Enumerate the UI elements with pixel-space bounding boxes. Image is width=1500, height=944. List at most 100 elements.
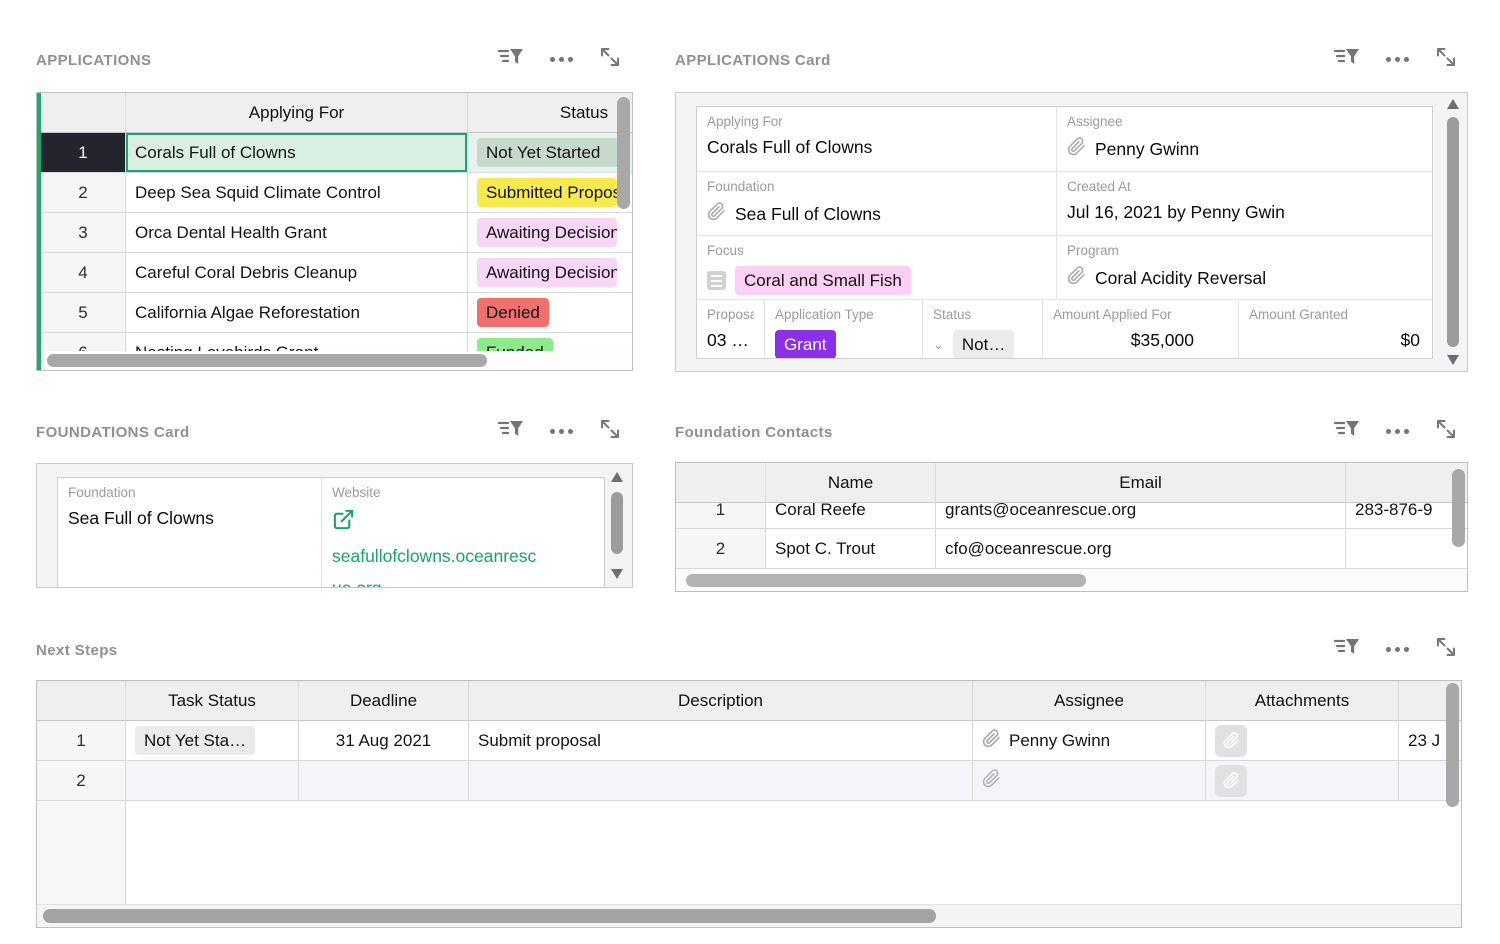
field-foundation[interactable]: Foundation Sea Full of Clowns (697, 172, 1057, 235)
field-status[interactable]: Status ⌄Not… (923, 300, 1043, 358)
cell-status[interactable]: Not Yet Started (468, 133, 633, 173)
vertical-scrollbar-thumb[interactable] (1447, 117, 1459, 347)
row-number-header[interactable] (676, 463, 766, 503)
cell-name[interactable]: Spot C. Trout (766, 529, 936, 569)
row-number[interactable]: 2 (37, 761, 126, 801)
cell-name[interactable]: Coral Reefe (766, 503, 936, 529)
cell-assignee[interactable]: Penny Gwinn (973, 721, 1206, 761)
cell-applying-for[interactable]: Corals Full of Clowns (126, 133, 468, 173)
field-website[interactable]: Website seafullofclowns.oceanrescue.org (322, 478, 605, 588)
cell-applying-for[interactable]: Careful Coral Debris Cleanup (126, 253, 468, 293)
row-number[interactable]: 4 (41, 253, 126, 293)
row-number-header[interactable] (37, 681, 126, 721)
row-number[interactable]: 3 (41, 213, 126, 253)
field-amount-granted[interactable]: Amount Granted $0 (1239, 300, 1433, 358)
cell-deadline[interactable]: 31 Aug 2021 (299, 721, 469, 761)
foundations-card-panel-title: FOUNDATIONS Card (36, 424, 190, 441)
cell-attachments[interactable] (1206, 721, 1399, 761)
expand-icon[interactable] (598, 45, 622, 74)
horizontal-scrollbar[interactable] (37, 904, 1461, 927)
expand-icon[interactable] (1434, 417, 1458, 446)
row-number[interactable]: 1 (41, 133, 126, 173)
vertical-scrollbar-thumb[interactable] (617, 97, 630, 209)
more-options-icon[interactable] (550, 57, 573, 62)
column-header-phone[interactable] (1346, 463, 1468, 503)
vertical-scrollbar-thumb[interactable] (611, 492, 623, 554)
horizontal-scrollbar[interactable] (41, 351, 632, 371)
more-options-icon[interactable] (1386, 429, 1409, 434)
more-options-icon[interactable] (1386, 647, 1409, 652)
sort-filter-icon[interactable] (497, 45, 525, 74)
field-foundation[interactable]: Foundation Sea Full of Clowns (58, 478, 322, 588)
field-amount-applied-for[interactable]: Amount Applied For $35,000 (1043, 300, 1239, 358)
cell-attachments[interactable] (1206, 761, 1399, 801)
column-header-name[interactable]: Name (766, 463, 936, 503)
field-focus[interactable]: Focus Coral and Small Fish (697, 236, 1057, 299)
cell-status[interactable]: Awaiting Decision (468, 253, 633, 293)
row-number[interactable]: 1 (676, 503, 766, 529)
field-assignee[interactable]: Assignee Penny Gwinn (1057, 107, 1433, 171)
website-link[interactable]: seafullofclowns.oceanrescue.org (332, 540, 540, 588)
column-header-deadline[interactable]: Deadline (299, 681, 469, 721)
column-header-description[interactable]: Description (469, 681, 973, 721)
sort-filter-icon[interactable] (497, 417, 525, 446)
column-header-applying-for[interactable]: Applying For (126, 93, 468, 133)
scroll-up-arrow[interactable] (1447, 99, 1459, 109)
row-number[interactable]: 2 (41, 173, 126, 213)
cell-status[interactable]: Submitted Proposal (468, 173, 633, 213)
sort-filter-icon[interactable] (1333, 635, 1361, 664)
vertical-scrollbar-thumb[interactable] (1452, 469, 1465, 547)
cell-task-status[interactable]: Not Yet Sta… (126, 721, 299, 761)
column-header-task-status[interactable]: Task Status (126, 681, 299, 721)
paperclip-button[interactable] (1215, 765, 1247, 797)
cell-assignee[interactable] (973, 761, 1206, 801)
more-options-icon[interactable] (1386, 57, 1409, 62)
applications-card-panel-title: APPLICATIONS Card (675, 52, 831, 69)
cell-task-status[interactable] (126, 761, 299, 801)
cell-description[interactable]: Submit proposal (469, 721, 973, 761)
row-number[interactable]: 1 (37, 721, 126, 761)
column-header-email[interactable]: Email (936, 463, 1346, 503)
field-application-type[interactable]: Application Type Grant (765, 300, 923, 358)
cell-status[interactable]: Denied (468, 293, 633, 333)
cell-status[interactable]: Awaiting Decision (468, 213, 633, 253)
horizontal-scrollbar[interactable] (676, 569, 1467, 591)
cell-email[interactable]: grants@oceanrescue.org (936, 503, 1346, 529)
paperclip-button[interactable] (1215, 725, 1247, 757)
sort-filter-icon[interactable] (1333, 417, 1361, 446)
more-options-icon[interactable] (550, 429, 573, 434)
vertical-scrollbar-thumb[interactable] (1446, 683, 1459, 807)
row-number-header[interactable] (41, 93, 126, 133)
row-number[interactable]: 2 (676, 529, 766, 569)
horizontal-scrollbar-thumb[interactable] (47, 354, 487, 367)
scroll-up-arrow[interactable] (611, 472, 623, 482)
field-created-at[interactable]: Created At Jul 16, 2021 by Penny Gwin (1057, 172, 1433, 235)
cell-deadline[interactable] (299, 761, 469, 801)
column-header-assignee[interactable]: Assignee (973, 681, 1206, 721)
cell-applying-for[interactable]: California Algae Reforestation (126, 293, 468, 333)
cell-phone[interactable] (1346, 529, 1468, 569)
expand-icon[interactable] (598, 417, 622, 446)
expand-icon[interactable] (1434, 635, 1458, 664)
field-program[interactable]: Program Coral Acidity Reversal (1057, 236, 1433, 299)
foundations-card-record: Foundation Sea Full of Clowns Website se… (57, 477, 605, 588)
cell-phone[interactable]: 283-876-9 (1346, 503, 1468, 529)
column-header-attachments[interactable]: Attachments (1206, 681, 1399, 721)
cell-applying-for[interactable]: Orca Dental Health Grant (126, 213, 468, 253)
cell-applying-for[interactable]: Deep Sea Squid Climate Control (126, 173, 468, 213)
scroll-down-arrow[interactable] (611, 569, 623, 579)
applications-card-toolbar (1333, 46, 1458, 72)
external-link-icon[interactable] (332, 508, 596, 536)
field-applying-for[interactable]: Applying For Corals Full of Clowns (697, 107, 1057, 171)
sort-filter-icon[interactable] (1333, 45, 1361, 74)
chevron-down-icon[interactable]: ⌄ (933, 340, 944, 350)
scroll-down-arrow[interactable] (1447, 355, 1459, 365)
column-header-status[interactable]: Status (468, 93, 633, 133)
cell-email[interactable]: cfo@oceanrescue.org (936, 529, 1346, 569)
field-proposal[interactable]: Proposal 03 … (697, 300, 765, 358)
horizontal-scrollbar-thumb[interactable] (43, 909, 936, 923)
cell-description[interactable] (469, 761, 973, 801)
horizontal-scrollbar-thumb[interactable] (686, 574, 1086, 587)
expand-icon[interactable] (1434, 45, 1458, 74)
row-number[interactable]: 5 (41, 293, 126, 333)
